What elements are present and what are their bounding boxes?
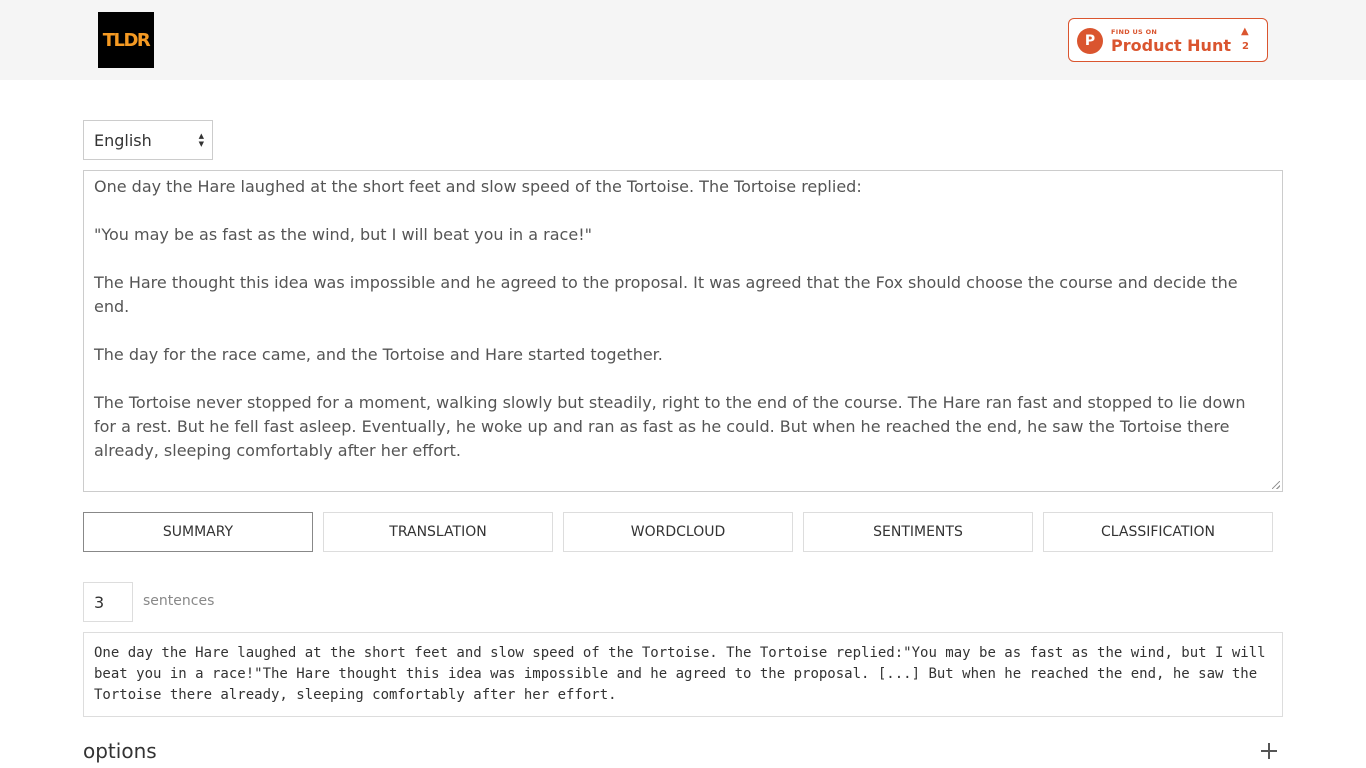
tab-translation[interactable]: TRANSLATION: [323, 512, 553, 552]
resize-handle-icon[interactable]: [1272, 481, 1280, 489]
tab-summary[interactable]: SUMMARY: [83, 512, 313, 552]
input-paragraph: "You may be as fast as the wind, but I w…: [94, 225, 592, 244]
product-hunt-caption: FIND US ON: [1111, 28, 1158, 36]
input-text-area[interactable]: One day the Hare laughed at the short fe…: [83, 170, 1283, 492]
input-paragraph: The Tortoise never stopped for a moment,…: [94, 393, 1246, 460]
select-arrows-icon: ▲ ▼: [198, 132, 204, 148]
summary-output: One day the Hare laughed at the short fe…: [83, 632, 1283, 717]
upvote-arrow-icon: ▲: [1241, 26, 1249, 37]
logo-text: TLDR: [102, 29, 151, 51]
tab-classification[interactable]: CLASSIFICATION: [1043, 512, 1273, 552]
tldr-logo[interactable]: TLDR: [98, 12, 154, 68]
plus-icon[interactable]: [1261, 743, 1277, 759]
product-hunt-name: Product Hunt: [1111, 36, 1231, 55]
input-paragraph: The Hare thought this idea was impossibl…: [94, 273, 1238, 316]
sentences-count-input[interactable]: 3: [83, 582, 133, 622]
language-selected-value: English: [94, 130, 152, 150]
input-paragraph: The day for the race came, and the Torto…: [94, 345, 663, 364]
input-paragraph: One day the Hare laughed at the short fe…: [94, 177, 862, 196]
product-hunt-badge[interactable]: P FIND US ON Product Hunt ▲ 2: [1068, 18, 1268, 62]
product-hunt-icon: P: [1077, 28, 1103, 54]
header: TLDR P FIND US ON Product Hunt ▲ 2: [0, 0, 1366, 80]
language-select[interactable]: English ▲ ▼: [83, 120, 213, 160]
feature-tabs: SUMMARY TRANSLATION WORDCLOUD SENTIMENTS…: [83, 512, 1283, 552]
sentences-count-value: 3: [94, 592, 105, 612]
upvote-count: 2: [1242, 41, 1249, 52]
tab-wordcloud[interactable]: WORDCLOUD: [563, 512, 793, 552]
tab-sentiments[interactable]: SENTIMENTS: [803, 512, 1033, 552]
options-heading[interactable]: options: [83, 739, 157, 763]
sentences-label: sentences: [143, 593, 215, 609]
